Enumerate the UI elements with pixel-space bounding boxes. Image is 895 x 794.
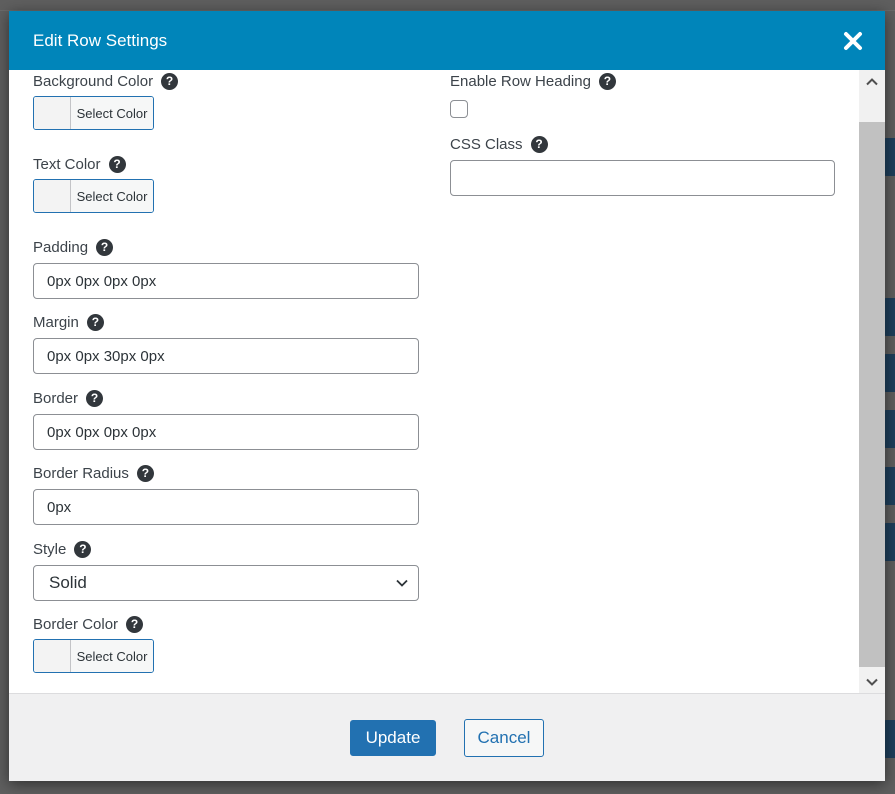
text-color-button[interactable]: Select Color <box>33 179 154 213</box>
padding-label: Padding <box>33 238 89 256</box>
help-icon[interactable]: ? <box>74 540 92 558</box>
border-radius-label: Border Radius <box>33 464 129 482</box>
margin-input[interactable]: 0px 0px 30px 0px <box>33 338 419 374</box>
style-select-value: Solid <box>49 573 87 592</box>
border-color-button[interactable]: Select Color <box>33 639 154 673</box>
margin-label: Margin <box>33 313 79 331</box>
style-label: Style <box>33 540 67 558</box>
help-icon[interactable]: ? <box>598 72 616 90</box>
close-icon <box>844 31 862 50</box>
margin-field: Margin ? 0px 0px 30px 0px <box>33 311 419 374</box>
select-color-label: Select Color <box>71 180 153 212</box>
help-icon[interactable]: ? <box>126 615 144 633</box>
border-color-label: Border Color <box>33 615 119 633</box>
enable-row-heading-label: Enable Row Heading <box>450 72 591 90</box>
text-color-label: Text Color <box>33 155 101 173</box>
edit-row-settings-modal: Edit Row Settings Background Color ? Sel… <box>9 11 885 781</box>
select-color-label: Select Color <box>71 97 153 129</box>
chevron-down-icon <box>866 678 878 686</box>
border-label: Border <box>33 389 79 407</box>
scrollbar[interactable] <box>859 70 885 694</box>
background-color-field: Background Color ? Select Color <box>33 70 179 130</box>
style-select[interactable]: Solid <box>33 565 419 601</box>
color-swatch <box>34 97 71 129</box>
chevron-up-icon <box>866 78 878 86</box>
background-color-button[interactable]: Select Color <box>33 96 154 130</box>
background-color-label: Background Color <box>33 72 154 90</box>
help-icon[interactable]: ? <box>86 313 104 331</box>
enable-row-heading-field: Enable Row Heading ? <box>450 70 616 118</box>
enable-row-heading-checkbox[interactable] <box>450 100 468 118</box>
help-icon[interactable]: ? <box>108 155 126 173</box>
modal-footer: Update Cancel <box>9 693 885 781</box>
padding-input[interactable]: 0px 0px 0px 0px <box>33 263 419 299</box>
color-swatch <box>34 180 71 212</box>
help-icon[interactable]: ? <box>530 135 548 153</box>
close-button[interactable] <box>841 29 865 53</box>
select-color-label: Select Color <box>71 640 153 672</box>
border-input[interactable]: 0px 0px 0px 0px <box>33 414 419 450</box>
scroll-down-button[interactable] <box>859 670 885 694</box>
modal-header: Edit Row Settings <box>9 11 885 70</box>
css-class-input[interactable] <box>450 160 835 196</box>
help-icon[interactable]: ? <box>136 464 154 482</box>
update-button[interactable]: Update <box>350 719 436 756</box>
color-swatch <box>34 640 71 672</box>
scroll-up-button[interactable] <box>859 70 885 94</box>
cancel-button[interactable]: Cancel <box>464 718 544 757</box>
scroll-thumb[interactable] <box>859 122 885 667</box>
modal-title: Edit Row Settings <box>33 30 168 50</box>
modal-body: Background Color ? Select Color Text Col… <box>9 70 885 694</box>
style-field: Style ? Solid <box>33 538 419 601</box>
help-icon[interactable]: ? <box>161 72 179 90</box>
css-class-label: CSS Class <box>450 135 523 153</box>
css-class-field: CSS Class ? <box>450 133 835 196</box>
help-icon[interactable]: ? <box>96 238 114 256</box>
text-color-field: Text Color ? Select Color <box>33 153 154 213</box>
border-radius-field: Border Radius ? 0px <box>33 462 419 525</box>
help-icon[interactable]: ? <box>86 389 104 407</box>
chevron-down-icon <box>396 579 408 587</box>
border-color-field: Border Color ? Select Color <box>33 613 154 673</box>
padding-field: Padding ? 0px 0px 0px 0px <box>33 236 419 299</box>
border-field: Border ? 0px 0px 0px 0px <box>33 387 419 450</box>
border-radius-input[interactable]: 0px <box>33 489 419 525</box>
